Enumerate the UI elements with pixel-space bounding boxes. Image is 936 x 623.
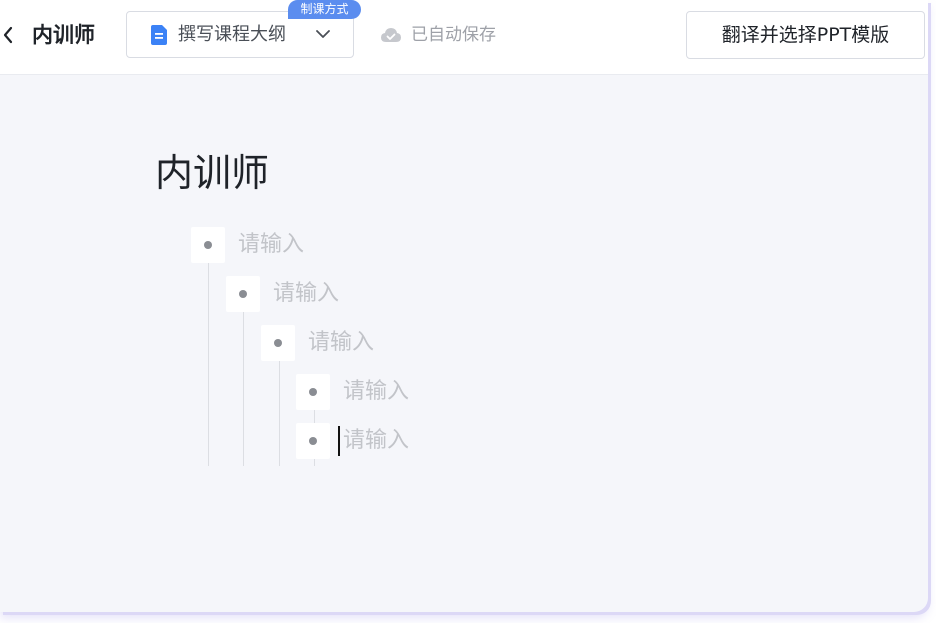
bullet-dot-icon [204, 241, 212, 249]
bullet-dot-icon [309, 388, 317, 396]
bullet-dot-icon [309, 437, 317, 445]
app-window: 内训师 撰写课程大纲 制课方式 已自动保存 翻译并选择PPT模版 内训师 请输入… [0, 0, 928, 612]
bullet-dot-icon [239, 290, 247, 298]
outline-bullet[interactable] [296, 423, 330, 459]
outline-bullet[interactable] [191, 227, 225, 263]
outline-tree: 请输入 请输入 请输入 请输入 请输入 [0, 0, 928, 612]
outline-bullet[interactable] [296, 374, 330, 410]
outline-node-text[interactable]: 请输入 [308, 327, 374, 359]
outline-guide-line [208, 263, 209, 466]
outline-bullet[interactable] [261, 325, 295, 361]
text-cursor [338, 426, 340, 456]
outline-node-text[interactable]: 请输入 [238, 229, 304, 261]
outline-bullet[interactable] [226, 276, 260, 312]
bullet-dot-icon [274, 339, 282, 347]
outline-guide-line [279, 361, 280, 466]
outline-node-text[interactable]: 请输入 [273, 278, 339, 310]
outline-node-text[interactable]: 请输入 [343, 376, 409, 408]
outline-guide-line [243, 312, 244, 466]
outline-node-text[interactable]: 请输入 [343, 425, 409, 457]
